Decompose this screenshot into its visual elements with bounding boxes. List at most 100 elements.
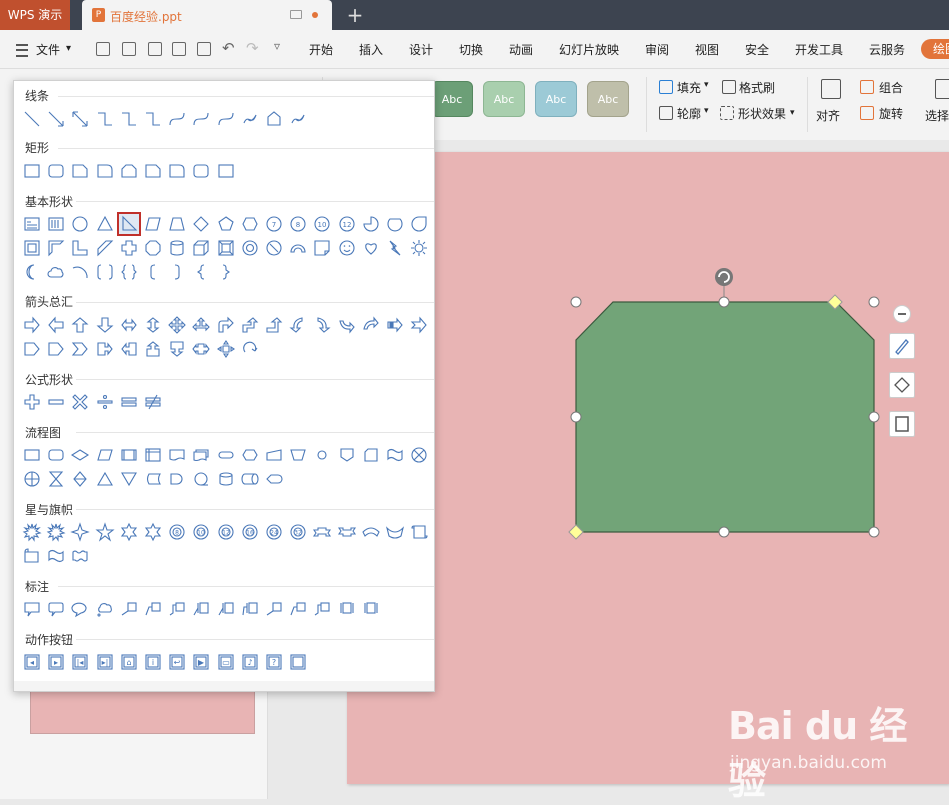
left-up-arrow-shape-icon[interactable] <box>264 315 284 335</box>
star-7-point-shape-icon[interactable] <box>143 522 163 542</box>
up-down-arrow-shape-icon[interactable] <box>143 315 163 335</box>
flowchart-summing-junction-shape-icon[interactable] <box>409 445 429 465</box>
flowchart-sequential-access-shape-icon[interactable] <box>191 469 211 489</box>
up-arrow-shape-icon[interactable] <box>70 315 90 335</box>
line-callout-accent-1-shape-icon[interactable] <box>191 599 211 619</box>
rectangle-shape-icon[interactable] <box>22 161 42 181</box>
action-custom-shape-icon[interactable] <box>288 652 308 672</box>
rounded-rectangle-shape-icon[interactable] <box>46 161 66 181</box>
moon-shape-icon[interactable] <box>22 262 42 282</box>
shape-style-swatch-3[interactable]: Abc <box>535 81 577 117</box>
equal-shape-icon[interactable] <box>119 392 139 412</box>
folded-corner-shape-icon[interactable] <box>312 238 332 258</box>
fill-button[interactable]: 填充 <box>677 79 701 96</box>
action-movie-shape-icon[interactable]: ▶ <box>191 652 211 672</box>
isosceles-triangle-shape-icon[interactable] <box>95 214 115 234</box>
flowchart-predefined-process-shape-icon[interactable] <box>119 445 139 465</box>
quad-arrow-shape-icon[interactable] <box>167 315 187 335</box>
teardrop-shape-icon[interactable] <box>409 214 429 234</box>
octagon-shape-icon[interactable]: 8 <box>288 214 308 234</box>
shape-style-swatch-1[interactable]: Abc <box>431 81 473 117</box>
oval-callout-shape-icon[interactable] <box>70 599 90 619</box>
notched-right-arrow-shape-icon[interactable] <box>409 315 429 335</box>
flowchart-collate-shape-icon[interactable] <box>46 469 66 489</box>
action-document-shape-icon[interactable]: ▭ <box>216 652 236 672</box>
save-icon[interactable] <box>122 42 136 56</box>
menu-slideshow[interactable]: 幻灯片放映 <box>559 41 619 58</box>
down-ribbon-shape-icon[interactable] <box>337 522 357 542</box>
hamburger-icon[interactable] <box>16 44 28 57</box>
chevron-down-icon[interactable]: ▾ <box>704 106 709 116</box>
block-arc-shape-icon[interactable] <box>288 238 308 258</box>
shape-effect-icon[interactable] <box>720 106 734 120</box>
heart-shape-icon[interactable] <box>361 238 381 258</box>
resize-handle[interactable] <box>570 411 582 423</box>
action-beginning-shape-icon[interactable]: |◂ <box>70 652 90 672</box>
export-pdf-icon[interactable] <box>148 42 162 56</box>
action-information-shape-icon[interactable]: i <box>143 652 163 672</box>
action-forward-shape-icon[interactable]: ▸ <box>46 652 66 672</box>
action-home-shape-icon[interactable]: ⌂ <box>119 652 139 672</box>
line-callout-border-accent-shape-icon[interactable] <box>337 599 357 619</box>
line-shape-icon[interactable] <box>22 109 42 129</box>
diagonal-stripe-shape-icon[interactable] <box>95 238 115 258</box>
double-bracket-shape-icon[interactable] <box>95 262 115 282</box>
star-4-point-shape-icon[interactable] <box>70 522 91 542</box>
rotate-handle-icon[interactable] <box>715 268 733 286</box>
flowchart-off-page-connector-shape-icon[interactable] <box>337 445 357 465</box>
right-arrow-shape-icon[interactable] <box>22 315 42 335</box>
double-brace-shape-icon[interactable] <box>119 262 139 282</box>
menu-animation[interactable]: 动画 <box>509 41 533 58</box>
curved-right-arrow-shape-icon[interactable] <box>288 315 308 335</box>
up-arrow-callout-shape-icon[interactable] <box>143 339 163 359</box>
action-back-shape-icon[interactable]: ◂ <box>22 652 42 672</box>
round-diagonal-shape-icon[interactable] <box>216 161 236 181</box>
menu-security[interactable]: 安全 <box>745 41 769 58</box>
right-bracket-shape-icon[interactable] <box>167 262 187 282</box>
arrow-shape-icon[interactable] <box>46 109 66 129</box>
flowchart-connector-shape-icon[interactable] <box>312 445 332 465</box>
resize-handle[interactable] <box>718 526 730 538</box>
sun-shape-icon[interactable] <box>409 238 429 258</box>
multiply-shape-icon[interactable] <box>70 392 90 412</box>
menu-developer[interactable]: 开发工具 <box>795 41 843 58</box>
right-arrow-callout-shape-icon[interactable] <box>95 339 115 359</box>
flowchart-display-shape-icon[interactable] <box>264 469 284 489</box>
group-icon[interactable] <box>860 80 874 94</box>
curved-left-arrow-shape-icon[interactable] <box>312 315 332 335</box>
rectangular-callout-shape-icon[interactable] <box>22 599 42 619</box>
divide-shape-icon[interactable] <box>95 392 115 412</box>
flowchart-terminator-shape-icon[interactable] <box>216 445 236 465</box>
shape-style-swatch-4[interactable]: Abc <box>587 81 629 117</box>
group-button[interactable]: 组合 <box>879 79 903 96</box>
select-icon[interactable] <box>935 79 949 99</box>
arc-shape-icon[interactable] <box>70 262 90 282</box>
curved-arrow-connector-shape-icon[interactable] <box>191 109 211 129</box>
star-24-point-shape-icon[interactable]: 24 <box>264 522 284 542</box>
menu-design[interactable]: 设计 <box>409 41 433 58</box>
star-32-point-shape-icon[interactable]: 32 <box>288 522 308 542</box>
align-icon[interactable] <box>821 79 841 99</box>
open-folder-icon[interactable] <box>96 42 110 56</box>
left-arrow-callout-shape-icon[interactable] <box>119 339 139 359</box>
shape-style-swatch-2[interactable]: Abc <box>483 81 525 117</box>
outline-button[interactable]: 轮廓 <box>677 105 701 122</box>
chevron-shape-icon[interactable] <box>70 339 90 359</box>
cloud-callout-shape-icon[interactable] <box>95 599 115 619</box>
curve-shape-icon[interactable] <box>240 109 260 129</box>
l-shape-shape-icon[interactable] <box>70 238 90 258</box>
elbow-arrow-connector-shape-icon[interactable] <box>119 109 139 129</box>
star-10-point-shape-icon[interactable]: 10 <box>191 522 211 542</box>
rounded-rectangular-callout-shape-icon[interactable] <box>46 599 66 619</box>
drawing-tools-tab[interactable]: 绘图 <box>921 39 949 59</box>
curved-down-ribbon-shape-icon[interactable] <box>385 522 405 542</box>
customize-toolbar-icon[interactable]: ▿ <box>274 39 280 53</box>
line-callout-border-1-shape-icon[interactable] <box>264 599 284 619</box>
lightning-bolt-shape-icon[interactable] <box>385 238 405 258</box>
u-turn-arrow-shape-icon[interactable] <box>240 315 260 335</box>
star-6-point-shape-icon[interactable] <box>119 522 139 542</box>
minus-shape-icon[interactable] <box>46 392 66 412</box>
align-button[interactable]: 对齐 <box>816 107 840 124</box>
text-box-shape-icon[interactable] <box>22 214 42 234</box>
action-help-shape-icon[interactable]: ? <box>264 652 284 672</box>
